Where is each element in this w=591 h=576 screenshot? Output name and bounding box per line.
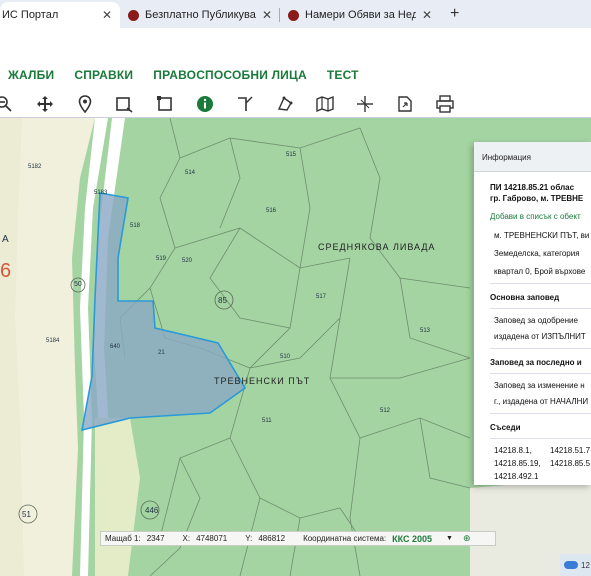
last-order-heading: Заповед за последно и (490, 358, 591, 374)
parcel-label: А (2, 234, 9, 245)
export-icon[interactable] (395, 94, 415, 114)
y-label: Y: (245, 534, 253, 543)
main-order-heading: Основна заповед (490, 293, 591, 309)
coordinates-icon[interactable] (355, 94, 375, 114)
browser-tab[interactable]: Намери Обяви за Недвижим ✕ (280, 2, 440, 28)
neighbor-link[interactable]: 14218.51.7 (550, 444, 590, 457)
parcel-label: 51 (22, 510, 31, 519)
divider (490, 413, 591, 414)
browser-tab-active[interactable]: ИС Портал ✕ (0, 2, 120, 28)
parcel-detail: квартал 0, Брой върхове (494, 267, 586, 276)
parcel-label: 515 (286, 152, 297, 158)
tray-text: 12 (581, 560, 590, 570)
system-tray: 12 (560, 554, 591, 576)
cloud-icon[interactable] (564, 561, 578, 569)
pan-icon[interactable] (35, 94, 55, 114)
print-icon[interactable] (435, 94, 455, 114)
close-tab-icon[interactable]: ✕ (262, 8, 272, 22)
main-menu: ЖАЛБИ СПРАВКИ ПРАВОСПОСОБНИ ЛИЦА ТЕСТ (0, 60, 591, 90)
scale-label: Мащаб 1: (105, 534, 141, 543)
parcel-label: 516 (266, 208, 277, 214)
parcel-label: 513 (420, 328, 431, 334)
locate-icon[interactable]: ⊕ (463, 533, 471, 544)
parcel-label: 640 (110, 344, 121, 350)
parcel-label: 510 (280, 354, 291, 360)
info-panel: Информация ПИ 14218.85.21 облас гр. Габр… (474, 142, 591, 485)
x-label: X: (182, 534, 191, 543)
close-tab-icon[interactable]: ✕ (422, 8, 432, 22)
menu-item-licensed-persons[interactable]: ПРАВОСПОСОБНИ ЛИЦА (153, 68, 307, 82)
parcel-label: 5182 (28, 164, 42, 170)
parcel-label: 5184 (46, 338, 60, 344)
location-pin-icon[interactable] (75, 94, 95, 114)
divider (490, 283, 591, 284)
parcel-label: 519 (156, 256, 167, 262)
tab-title: ИС Портал (2, 9, 59, 21)
main-order-text: издадена от ИЗПЪЛНИТ (494, 332, 586, 341)
parcel-label: 517 (316, 294, 327, 300)
parcel-label: 50 (74, 281, 82, 288)
parcel-title: ПИ 14218.85.21 облас (490, 183, 575, 192)
neighbor-link[interactable]: 14218.85.5 (550, 457, 590, 470)
parcel-detail: м. ТРЕВНЕНСКИ ПЪТ, ви (494, 231, 590, 240)
map-status-bar: Мащаб 1: 2347 X: 4748071 Y: 486812 Коорд… (100, 531, 496, 546)
map-road-label: ТРЕВНЕНСКИ ПЪТ (214, 376, 311, 386)
chevron-down-icon[interactable]: ▼ (446, 535, 453, 542)
parcel-label: 21 (158, 350, 165, 356)
close-tab-icon[interactable]: ✕ (102, 8, 112, 22)
parcel-label: 5183 (94, 190, 108, 196)
neighbors-heading: Съседи (490, 423, 591, 439)
measure-line-icon[interactable] (235, 94, 255, 114)
parcel-label: 518 (130, 223, 141, 229)
measure-area-icon[interactable] (275, 94, 295, 114)
menu-item-test[interactable]: ТЕСТ (327, 68, 359, 82)
parcel-label: 514 (185, 170, 196, 176)
browser-tab[interactable]: Безплатно Публикуване на Об ✕ (120, 2, 280, 28)
parcel-label: 512 (380, 408, 391, 414)
map-layers-icon[interactable] (315, 94, 335, 114)
last-order-text: г., издадена от НАЧАЛНИ (494, 397, 589, 406)
favicon-icon (288, 9, 299, 21)
y-value: 486812 (258, 534, 286, 543)
last-order-text: Заповед за изменение н (494, 381, 585, 390)
select-box-icon[interactable] (114, 94, 134, 114)
main-order-text: Заповед за одобрение (494, 316, 578, 325)
coordinate-system-select[interactable]: ККС 2005 (392, 534, 432, 544)
menu-item-references[interactable]: СПРАВКИ (74, 68, 133, 82)
map-toolbar (0, 90, 591, 118)
divider (490, 348, 591, 349)
neighbor-link[interactable]: 14218.8.1, (494, 444, 550, 457)
tab-title: Безплатно Публикуване на Об (145, 9, 256, 21)
coordinate-system-label: Координатна система: (303, 534, 387, 543)
favicon-icon (128, 9, 139, 21)
parcel-label: 85 (218, 296, 227, 305)
tab-title: Намери Обяви за Недвижим (305, 9, 416, 21)
info-panel-header: Информация (474, 142, 591, 172)
menu-item-complaints[interactable]: ЖАЛБИ (8, 68, 54, 82)
parcel-label: 520 (182, 258, 193, 264)
parcel-location: гр. Габрово, м. ТРЕВНЕ (490, 194, 584, 203)
parcel-label: 6 (0, 260, 12, 282)
x-value: 4748071 (196, 534, 228, 543)
browser-tab-strip: ИС Портал ✕ Безплатно Публикуване на Об … (0, 0, 591, 28)
add-to-list-link[interactable]: Добави в списък с обект (490, 212, 591, 221)
select-area-icon[interactable] (155, 94, 175, 114)
map-region-label: СРЕДНЯКОВА ЛИВАДА (318, 242, 436, 252)
neighbor-link[interactable]: 14218.492.1 (494, 470, 550, 483)
parcel-label: 446 (145, 506, 159, 515)
parcel-detail: Земеделска, категория (494, 249, 580, 258)
info-icon[interactable] (195, 94, 215, 114)
parcel-label: 511 (262, 418, 272, 424)
zoom-out-icon[interactable] (0, 94, 14, 114)
new-tab-button[interactable]: + (450, 5, 459, 23)
neighbor-link[interactable]: 14218.85.19, (494, 457, 550, 470)
scale-value[interactable]: 2347 (147, 534, 165, 543)
